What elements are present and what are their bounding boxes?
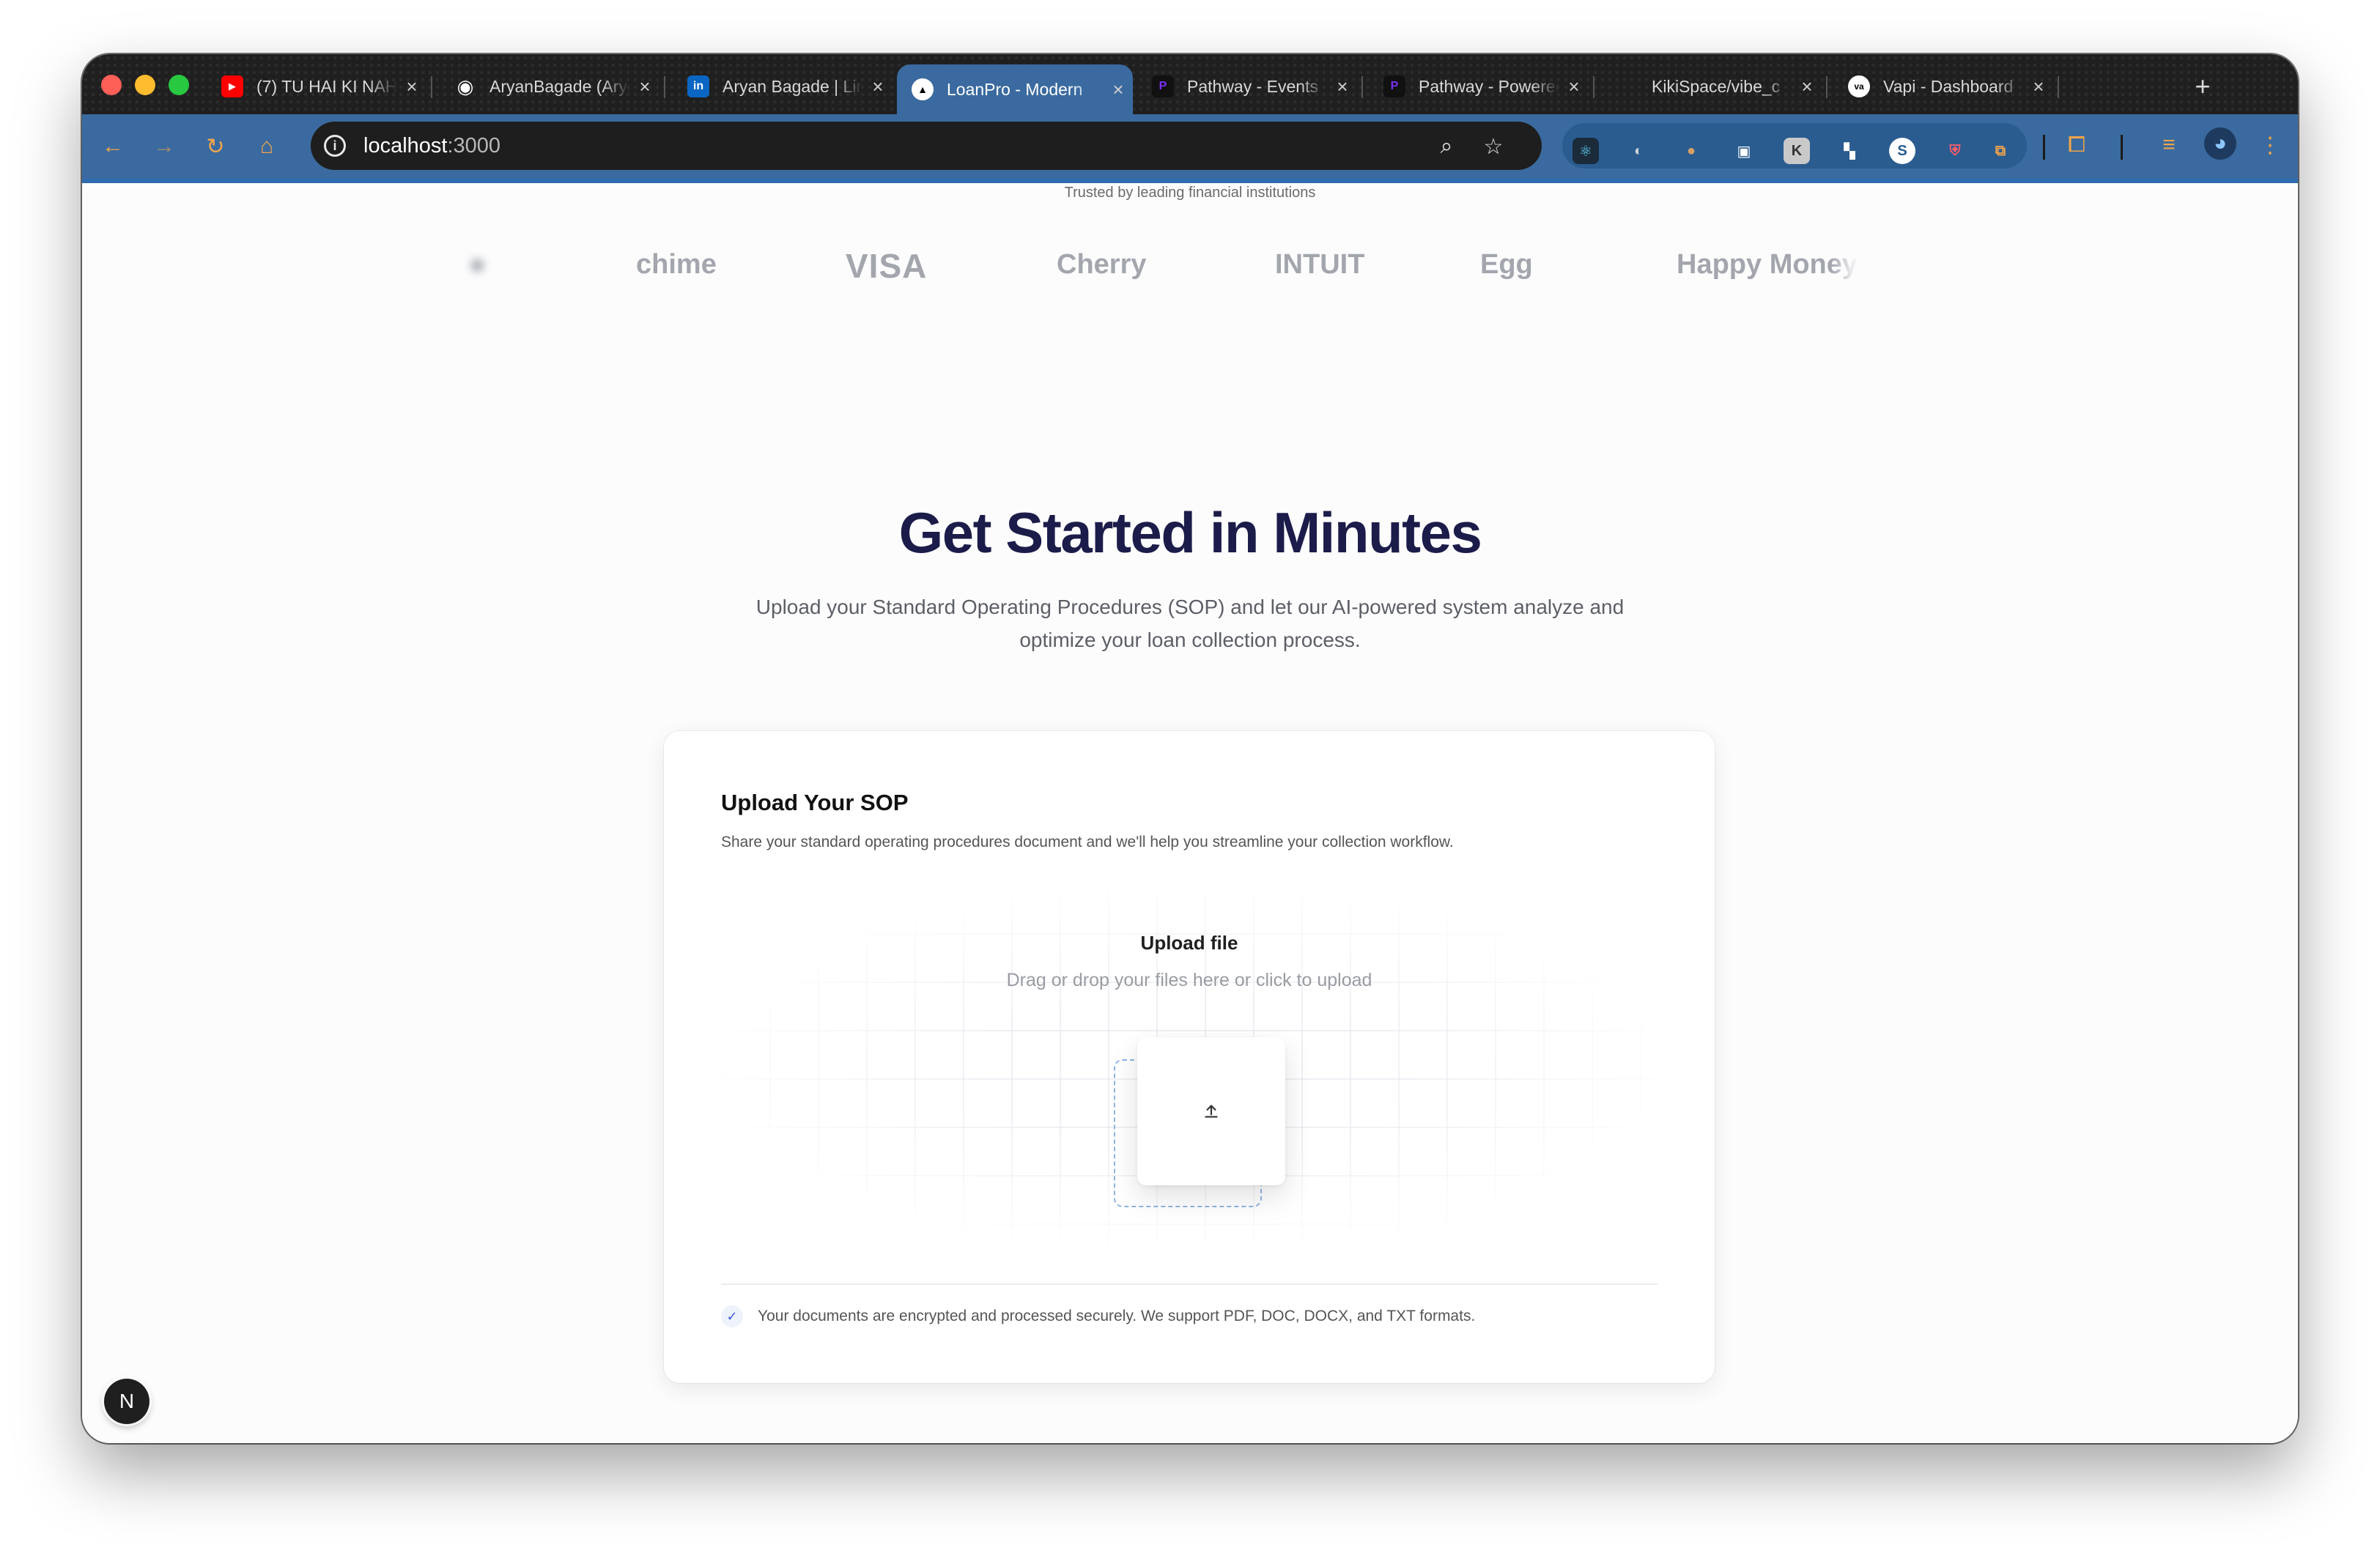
close-window-button[interactable] [101,75,122,95]
vapi-icon: va [1848,75,1870,97]
browser-tab[interactable]: va Vapi - Dashboard × [1833,64,2053,108]
bookmark-star-icon[interactable]: ☆ [1480,133,1507,160]
page-subtitle: Upload your Standard Operating Procedure… [755,596,1625,651]
tab-separator [664,76,665,98]
tab-separator [1826,76,1828,98]
pathway-icon: P [1152,75,1174,97]
browser-tab[interactable]: KikiSpace/vibe_c × [1602,64,1822,108]
browser-tab[interactable]: P Pathway - Powered × [1369,64,1589,108]
tab-title: Pathway - Powered [1419,76,1559,96]
close-tab-icon[interactable]: × [630,75,659,98]
extension-icon[interactable]: ◐ [1625,138,1652,164]
forward-icon[interactable]: → [148,130,180,163]
browser-tab[interactable]: P Pathway - Events × [1137,64,1357,108]
browser-tab[interactable]: in Aryan Bagade | LinkedIn× [673,64,892,108]
menu-kebab-icon[interactable]: ⋮ [2254,129,2286,161]
page-title: Get Started in Minutes [898,500,1482,565]
extensions-puzzle-icon[interactable]: ⧉ [1987,138,2014,164]
check-icon: ✓ [721,1305,743,1327]
maximize-window-button[interactable] [169,75,189,95]
logo-cherry: Cherry [1057,249,1147,280]
logo-chime: chime [636,249,717,280]
blank-favicon-icon [1616,75,1638,97]
url-host: localhost [363,133,448,157]
reload-icon[interactable]: ↻ [199,130,232,163]
shield-icon[interactable]: ⛨ [1942,138,1968,164]
tab-separator [431,76,432,98]
cookie-icon[interactable]: ● [1678,138,1704,164]
wappalyzer-icon[interactable]: ▚ [1836,138,1863,164]
card-divider [721,1283,1658,1285]
home-icon[interactable]: ⌂ [251,130,283,163]
upload-card: Upload Your SOP Share your standard oper… [664,731,1715,1383]
tab-title: KikiSpace/vibe_c [1652,76,1781,96]
react-devtools-icon[interactable]: ⚛ [1572,138,1599,164]
trusted-by-text: Trusted by leading financial institution… [1064,185,1316,201]
partner-logos: ● chime VISA Cherry INTUIT Egg Happy Mon… [82,247,2298,293]
tab-separator [2058,76,2059,98]
blurred-logo: ● [469,249,486,280]
site-info-icon[interactable]: i [324,135,346,157]
address-bar[interactable]: i localhost:3000 ⌕ ☆ [311,122,1542,170]
github-icon: ◉ [457,75,474,97]
vercel-icon: ▲ [912,78,934,100]
tab-strip: ▶(7) TU HAI KI NAHI×◉AryanBagade (Aryan×… [82,54,2298,114]
card-description: Share your standard operating procedures… [721,834,1454,850]
toolbar-separator [2121,135,2123,160]
upload-title: Upload file [1140,932,1238,954]
youtube-icon: ▶ [221,75,243,97]
nextjs-dev-indicator[interactable]: N [104,1379,149,1424]
logo-egg: Egg [1480,249,1533,280]
security-note-text: Your documents are encrypted and process… [758,1308,1476,1324]
extensions-group: ⚛ ◐ ● ▣ K ▚ S ⛨ ⧉ [1562,123,2027,168]
browser-window: ▶(7) TU HAI KI NAHI×◉AryanBagade (Aryan×… [82,54,2298,1443]
toolbar-separator [2043,135,2045,160]
back-icon[interactable]: ← [97,130,129,163]
close-tab-icon[interactable]: × [1104,78,1133,101]
upload-icon [1205,1105,1218,1118]
url-port: :3000 [447,133,501,157]
security-note: ✓ Your documents are encrypted and proce… [721,1305,1475,1327]
reading-list-icon[interactable]: ≡ [2153,129,2185,161]
reader-icon[interactable]: ▣ [1731,138,1757,164]
tab-title: Vapi - Dashboard [1883,76,2014,96]
upload-button[interactable] [1137,1037,1285,1185]
linkedin-icon: in [687,75,709,97]
logo-happy-money: Happy Money [1677,249,1858,280]
k-extension-icon[interactable]: K [1784,138,1810,164]
profile-avatar[interactable]: ◕ [2204,127,2236,160]
pathway-icon: P [1383,75,1405,97]
close-tab-icon[interactable]: × [1328,75,1357,98]
browser-tab[interactable]: ▲ LoanPro - Modern × [897,64,1133,114]
minimize-window-button[interactable] [135,75,155,95]
logo-intuit: INTUIT [1275,249,1365,280]
tab-title: AryanBagade (Aryan [489,76,630,96]
tab-separator [1361,76,1363,98]
card-title: Upload Your SOP [721,790,909,815]
tab-title: LoanPro - Modern [947,79,1083,99]
tab-search-icon[interactable]: ⧠ [2061,129,2093,161]
close-tab-icon[interactable]: × [863,75,892,98]
url-text[interactable]: localhost:3000 [363,134,500,158]
s-extension-icon[interactable]: S [1889,138,1915,164]
browser-toolbar: ← → ↻ ⌂ i localhost:3000 ⌕ ☆ ⚛ ◐ ● ▣ K ▚… [82,114,2298,183]
close-tab-icon[interactable]: × [2024,75,2053,98]
tab-separator [1593,76,1594,98]
tab-title: Pathway - Events [1187,76,1318,96]
close-tab-icon[interactable]: × [397,75,426,98]
new-tab-button[interactable]: + [2182,66,2223,107]
page-content: Trusted by leading financial institution… [82,183,2298,1443]
tab-title: Aryan Bagade | LinkedIn [722,76,863,96]
logo-visa: VISA [846,247,928,285]
tab-title: (7) TU HAI KI NAHI [256,76,397,96]
zoom-icon[interactable]: ⌕ [1433,133,1460,160]
browser-tab[interactable]: ◉ AryanBagade (Aryan× [440,64,659,108]
upload-hint: Drag or drop your files here or click to… [1006,970,1372,990]
close-tab-icon[interactable]: × [1792,75,1822,98]
browser-tab[interactable]: ▶ (7) TU HAI KI NAHI × [207,64,426,108]
close-tab-icon[interactable]: × [1559,75,1589,98]
